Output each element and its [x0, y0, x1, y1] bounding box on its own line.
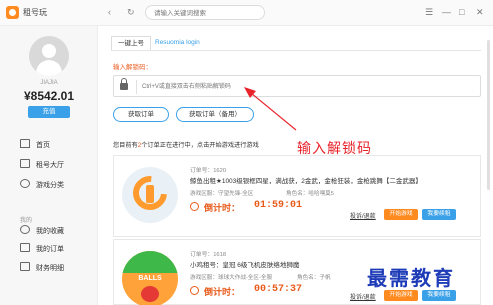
watermark: 最需教育 [367, 266, 455, 290]
annotation-arrow [244, 87, 297, 131]
arrow-line [250, 92, 297, 131]
annotation-text: 输入解锁码 [297, 141, 372, 157]
